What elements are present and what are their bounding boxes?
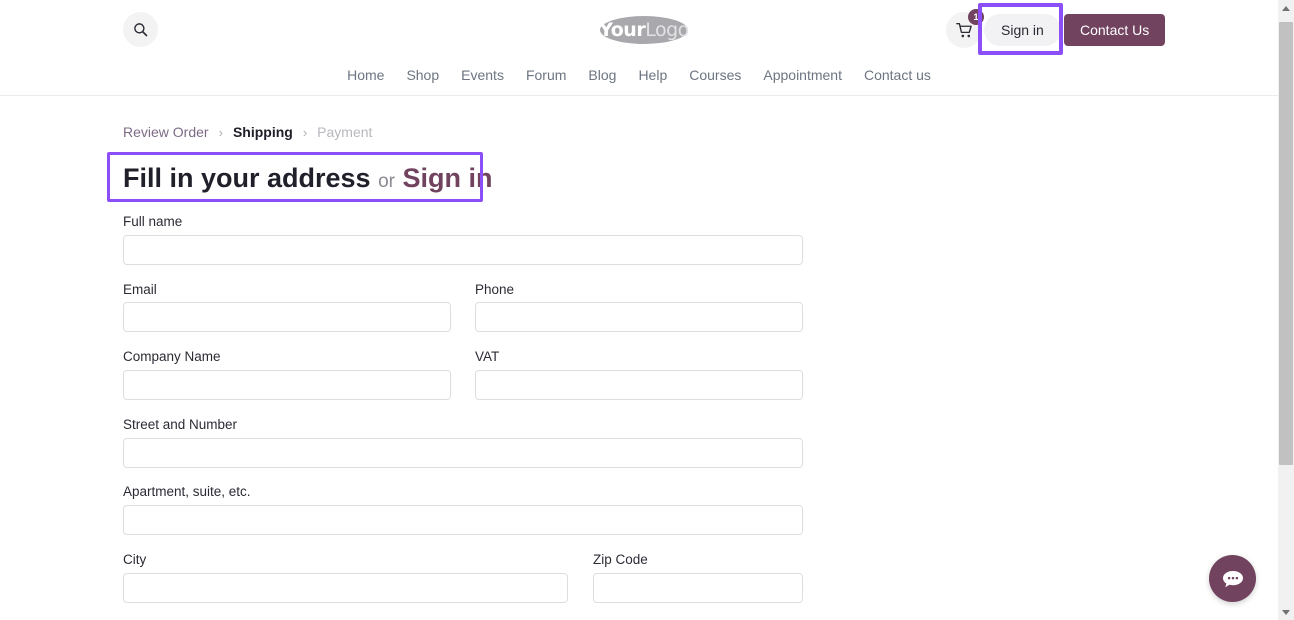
input-street-and-number[interactable] — [123, 438, 803, 468]
nav-item-shop[interactable]: Shop — [406, 64, 439, 86]
page-title: Fill in your address or Sign in — [123, 161, 493, 199]
breadcrumb: Review Order › Shipping › Payment — [123, 124, 372, 140]
page-title-signin-link[interactable]: Sign in — [403, 163, 493, 193]
chevron-up-icon — [1282, 5, 1290, 11]
input-zip-code[interactable] — [593, 573, 803, 603]
nav-item-forum[interactable]: Forum — [526, 64, 566, 86]
label-city: City — [123, 552, 147, 567]
search-icon — [134, 23, 148, 37]
input-apartment-suite[interactable] — [123, 505, 803, 535]
nav-item-appointment[interactable]: Appointment — [763, 64, 842, 86]
breadcrumb-payment: Payment — [317, 124, 373, 140]
nav-item-help[interactable]: Help — [638, 64, 667, 86]
nav-item-events[interactable]: Events — [461, 64, 504, 86]
scrollbar-up-arrow-button[interactable] — [1278, 0, 1294, 16]
chat-button[interactable] — [1209, 555, 1256, 602]
page-title-text: Fill in your address — [123, 163, 371, 193]
site-logo[interactable]: YourLogo — [599, 14, 689, 46]
breadcrumb-separator-1: › — [218, 124, 223, 140]
label-phone: Phone — [475, 282, 515, 297]
breadcrumb-shipping[interactable]: Shipping — [233, 124, 293, 140]
input-city[interactable] — [123, 573, 568, 603]
scrollbar-thumb[interactable] — [1279, 22, 1293, 465]
label-email: Email — [123, 282, 157, 297]
logo-text-logo: Logo — [645, 19, 689, 41]
nav-item-courses[interactable]: Courses — [689, 64, 741, 86]
scrollbar-down-arrow-button[interactable] — [1278, 604, 1294, 620]
page-root: YourLogo 1 Sign in Contact Us Home Shop … — [0, 0, 1294, 620]
nav-item-home[interactable]: Home — [347, 64, 384, 86]
cart-count-badge: 1 — [968, 9, 984, 25]
input-full-name[interactable] — [123, 235, 803, 265]
chevron-down-icon — [1282, 609, 1290, 615]
nav-item-contact-us[interactable]: Contact us — [864, 64, 931, 86]
logo-text: YourLogo — [599, 19, 689, 41]
shopping-cart-icon — [955, 22, 972, 37]
input-company-name[interactable] — [123, 370, 451, 400]
label-apartment-suite: Apartment, suite, etc. — [123, 484, 251, 499]
input-phone[interactable] — [475, 302, 803, 332]
breadcrumb-review-order[interactable]: Review Order — [123, 124, 209, 140]
logo-text-your: Your — [599, 19, 646, 41]
label-street-and-number: Street and Number — [123, 417, 238, 432]
page-title-or: or — [378, 171, 395, 192]
vertical-scrollbar[interactable] — [1278, 0, 1294, 620]
signin-button[interactable]: Sign in — [984, 14, 1061, 46]
label-full-name: Full name — [123, 214, 183, 229]
site-header: YourLogo 1 Sign in Contact Us Home Shop … — [0, 0, 1278, 96]
input-email[interactable] — [123, 302, 451, 332]
breadcrumb-separator-2: › — [302, 124, 308, 140]
main-navigation: Home Shop Events Forum Blog Help Courses… — [0, 64, 1278, 86]
label-zip-code: Zip Code — [593, 552, 648, 567]
input-vat[interactable] — [475, 370, 803, 400]
label-company-name: Company Name — [123, 349, 221, 364]
contact-us-button[interactable]: Contact Us — [1064, 14, 1166, 46]
label-vat: VAT — [475, 349, 500, 364]
search-icon-button[interactable] — [123, 12, 158, 47]
chat-bubble-icon — [1222, 570, 1243, 587]
nav-item-blog[interactable]: Blog — [588, 64, 616, 86]
